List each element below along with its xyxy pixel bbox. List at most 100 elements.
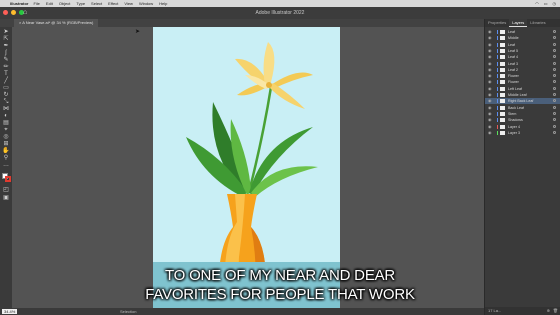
target-circle-icon[interactable] <box>553 130 556 134</box>
menu-file[interactable]: File <box>33 1 39 6</box>
visibility-eye-icon[interactable]: ◉ <box>488 79 492 85</box>
visibility-eye-icon[interactable]: ◉ <box>488 86 492 92</box>
layer-row[interactable]: ◉ Shadows <box>485 117 560 123</box>
visibility-eye-icon[interactable]: ◉ <box>488 111 492 117</box>
document-tab[interactable]: × A Near Vase.ai* @ 34 % (RGB/Preview) <box>14 19 99 27</box>
gradient-tool-icon[interactable]: ▤ <box>2 120 10 126</box>
layer-name[interactable]: Layer 3 <box>508 130 520 136</box>
layer-name[interactable]: Flower <box>508 73 519 79</box>
visibility-eye-icon[interactable]: ◉ <box>488 61 492 67</box>
layer-name[interactable]: Leaf 5 <box>508 48 518 54</box>
layer-row[interactable]: ◉ Leaf 4 <box>485 54 560 60</box>
width-tool-icon[interactable]: ⋈ <box>2 106 10 112</box>
target-circle-icon[interactable] <box>553 55 556 59</box>
visibility-eye-icon[interactable]: ◉ <box>488 98 492 104</box>
edit-toolbar-icon[interactable]: … <box>2 162 10 168</box>
layer-row[interactable]: ◉ Back Leaf <box>485 105 560 111</box>
visibility-eye-icon[interactable]: ◉ <box>488 29 492 35</box>
layer-row[interactable]: ◉ Leaf 3 <box>485 61 560 67</box>
target-circle-icon[interactable] <box>553 118 556 122</box>
target-circle-icon[interactable] <box>553 42 556 46</box>
clock-icon[interactable]: ◷ <box>553 1 557 6</box>
visibility-eye-icon[interactable]: ◉ <box>488 117 492 123</box>
eyedropper-tool-icon[interactable]: ⌖ <box>2 127 10 133</box>
visibility-eye-icon[interactable]: ◉ <box>488 130 492 136</box>
target-circle-icon[interactable] <box>553 111 556 115</box>
layer-row[interactable]: ◉ Middle <box>485 35 560 41</box>
layer-row[interactable]: ◉ Layer 4 <box>485 124 560 130</box>
line-tool-icon[interactable]: ╱ <box>2 78 10 84</box>
target-circle-icon[interactable] <box>553 99 556 103</box>
visibility-eye-icon[interactable]: ◉ <box>488 105 492 111</box>
layer-row[interactable]: ◉ Middle Leaf <box>485 92 560 98</box>
layer-name[interactable]: Flower <box>508 79 519 85</box>
wifi-icon[interactable]: ◠ <box>535 1 539 6</box>
layer-name[interactable]: Leaf 2 <box>508 67 518 73</box>
layer-name[interactable]: Back Leaf <box>508 105 524 111</box>
layer-name[interactable]: Leaf 3 <box>508 61 518 67</box>
layer-name[interactable]: Leaf <box>508 42 515 48</box>
pen-tool-icon[interactable]: ✒ <box>2 43 10 49</box>
direct-selection-tool-icon[interactable]: ⇱ <box>2 36 10 42</box>
close-tab-icon[interactable]: × <box>19 20 21 25</box>
target-circle-icon[interactable] <box>553 124 556 128</box>
new-layer-icon[interactable]: ⊕ <box>547 307 550 315</box>
target-circle-icon[interactable] <box>553 86 556 90</box>
drawing-modes-icon[interactable]: ◰ <box>2 187 10 193</box>
visibility-eye-icon[interactable]: ◉ <box>488 35 492 41</box>
tab-layers[interactable]: Layers <box>509 19 528 27</box>
zoom-level-field[interactable]: 34.4% <box>2 309 18 314</box>
menu-type[interactable]: Type <box>76 1 85 6</box>
layer-row[interactable]: ◉ Right Back Leaf <box>485 98 560 105</box>
layer-name[interactable]: Left Leaf <box>508 86 522 92</box>
scale-tool-icon[interactable]: ⤡ <box>2 99 10 105</box>
target-circle-icon[interactable] <box>553 93 556 96</box>
menu-select[interactable]: Select <box>91 1 102 6</box>
target-circle-icon[interactable] <box>553 80 556 84</box>
visibility-eye-icon[interactable]: ◉ <box>488 42 492 48</box>
layer-row[interactable]: ◉ Layer 3 <box>485 130 560 136</box>
zoom-tool-icon[interactable]: ⚲ <box>2 155 10 161</box>
layer-name[interactable]: Middle Leaf <box>508 92 527 98</box>
menu-view[interactable]: View <box>124 1 133 6</box>
layer-name[interactable]: Shadows <box>508 117 523 123</box>
visibility-eye-icon[interactable]: ◉ <box>488 92 492 98</box>
target-circle-icon[interactable] <box>553 67 556 71</box>
layer-name[interactable]: Stem <box>508 111 516 117</box>
layer-name[interactable]: Leaf 4 <box>508 54 518 60</box>
target-circle-icon[interactable] <box>553 61 556 65</box>
pencil-tool-icon[interactable]: ✏ <box>2 64 10 70</box>
layer-name[interactable]: Layer 4 <box>508 124 520 130</box>
blend-tool-icon[interactable]: ◎ <box>2 134 10 140</box>
visibility-eye-icon[interactable]: ◉ <box>488 73 492 79</box>
layer-name[interactable]: Leaf <box>508 29 515 35</box>
visibility-eye-icon[interactable]: ◉ <box>488 48 492 54</box>
layer-row[interactable]: ◉ Left Leaf <box>485 86 560 92</box>
target-circle-icon[interactable] <box>553 36 556 40</box>
rectangle-tool-icon[interactable]: ▭ <box>2 85 10 91</box>
target-circle-icon[interactable] <box>553 48 556 52</box>
layer-row[interactable]: ◉ Leaf 2 <box>485 67 560 73</box>
layer-name[interactable]: Middle <box>508 35 519 41</box>
artboard-tool-icon[interactable]: ⊞ <box>2 141 10 147</box>
layer-row[interactable]: ◉ Flower <box>485 73 560 79</box>
layer-name[interactable]: Right Back Leaf <box>508 98 533 104</box>
battery-icon[interactable]: ▭ <box>544 1 548 6</box>
layer-row[interactable]: ◉ Flower <box>485 79 560 85</box>
menu-effect[interactable]: Effect <box>108 1 118 6</box>
hand-tool-icon[interactable]: ✋ <box>2 148 10 154</box>
current-tool-readout[interactable]: Selection <box>120 308 136 315</box>
target-circle-icon[interactable] <box>553 74 556 78</box>
layer-row[interactable]: ◉ Leaf <box>485 42 560 48</box>
menu-window[interactable]: Window <box>139 1 153 6</box>
menu-help[interactable]: Help <box>159 1 167 6</box>
selection-tool-icon[interactable]: ➤ <box>2 29 10 35</box>
rotate-tool-icon[interactable]: ↻ <box>2 92 10 98</box>
layer-row[interactable]: ◉ Leaf 5 <box>485 48 560 54</box>
brush-tool-icon[interactable]: ✎ <box>2 57 10 63</box>
menu-edit[interactable]: Edit <box>46 1 53 6</box>
target-circle-icon[interactable] <box>553 30 556 33</box>
visibility-eye-icon[interactable]: ◉ <box>488 54 492 60</box>
visibility-eye-icon[interactable]: ◉ <box>488 67 492 73</box>
curvature-tool-icon[interactable]: ∫ <box>2 50 10 56</box>
